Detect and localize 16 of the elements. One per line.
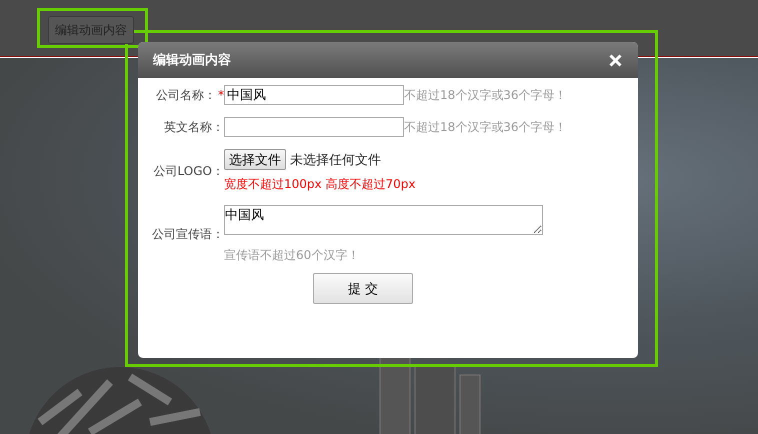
choose-file-button[interactable]: 选择文件	[224, 149, 286, 170]
text-field[interactable]: 中国风	[224, 85, 404, 105]
hint-text: 宣传语不超过60个汉字！	[224, 247, 360, 264]
close-icon[interactable]	[609, 54, 622, 66]
field-label: 英文名称：	[163, 118, 224, 136]
field-label: 公司宣传语：	[151, 226, 224, 243]
dialog-title: 编辑动画内容	[153, 52, 231, 69]
hint-text: 不超过18个汉字或36个字母！	[404, 118, 567, 136]
size-note: 宽度不超过100px 高度不超过70px	[224, 176, 416, 193]
submit-button[interactable]: 提 交	[313, 273, 413, 304]
file-status: 未选择任何文件	[290, 152, 381, 168]
text-field[interactable]	[224, 117, 404, 137]
field-label: 公司名称： *	[155, 86, 224, 104]
hint-text: 不超过18个汉字或36个字母！	[404, 86, 567, 104]
field-label: 公司LOGO：	[152, 162, 224, 180]
slogan-field[interactable]: 中国风	[224, 205, 543, 235]
